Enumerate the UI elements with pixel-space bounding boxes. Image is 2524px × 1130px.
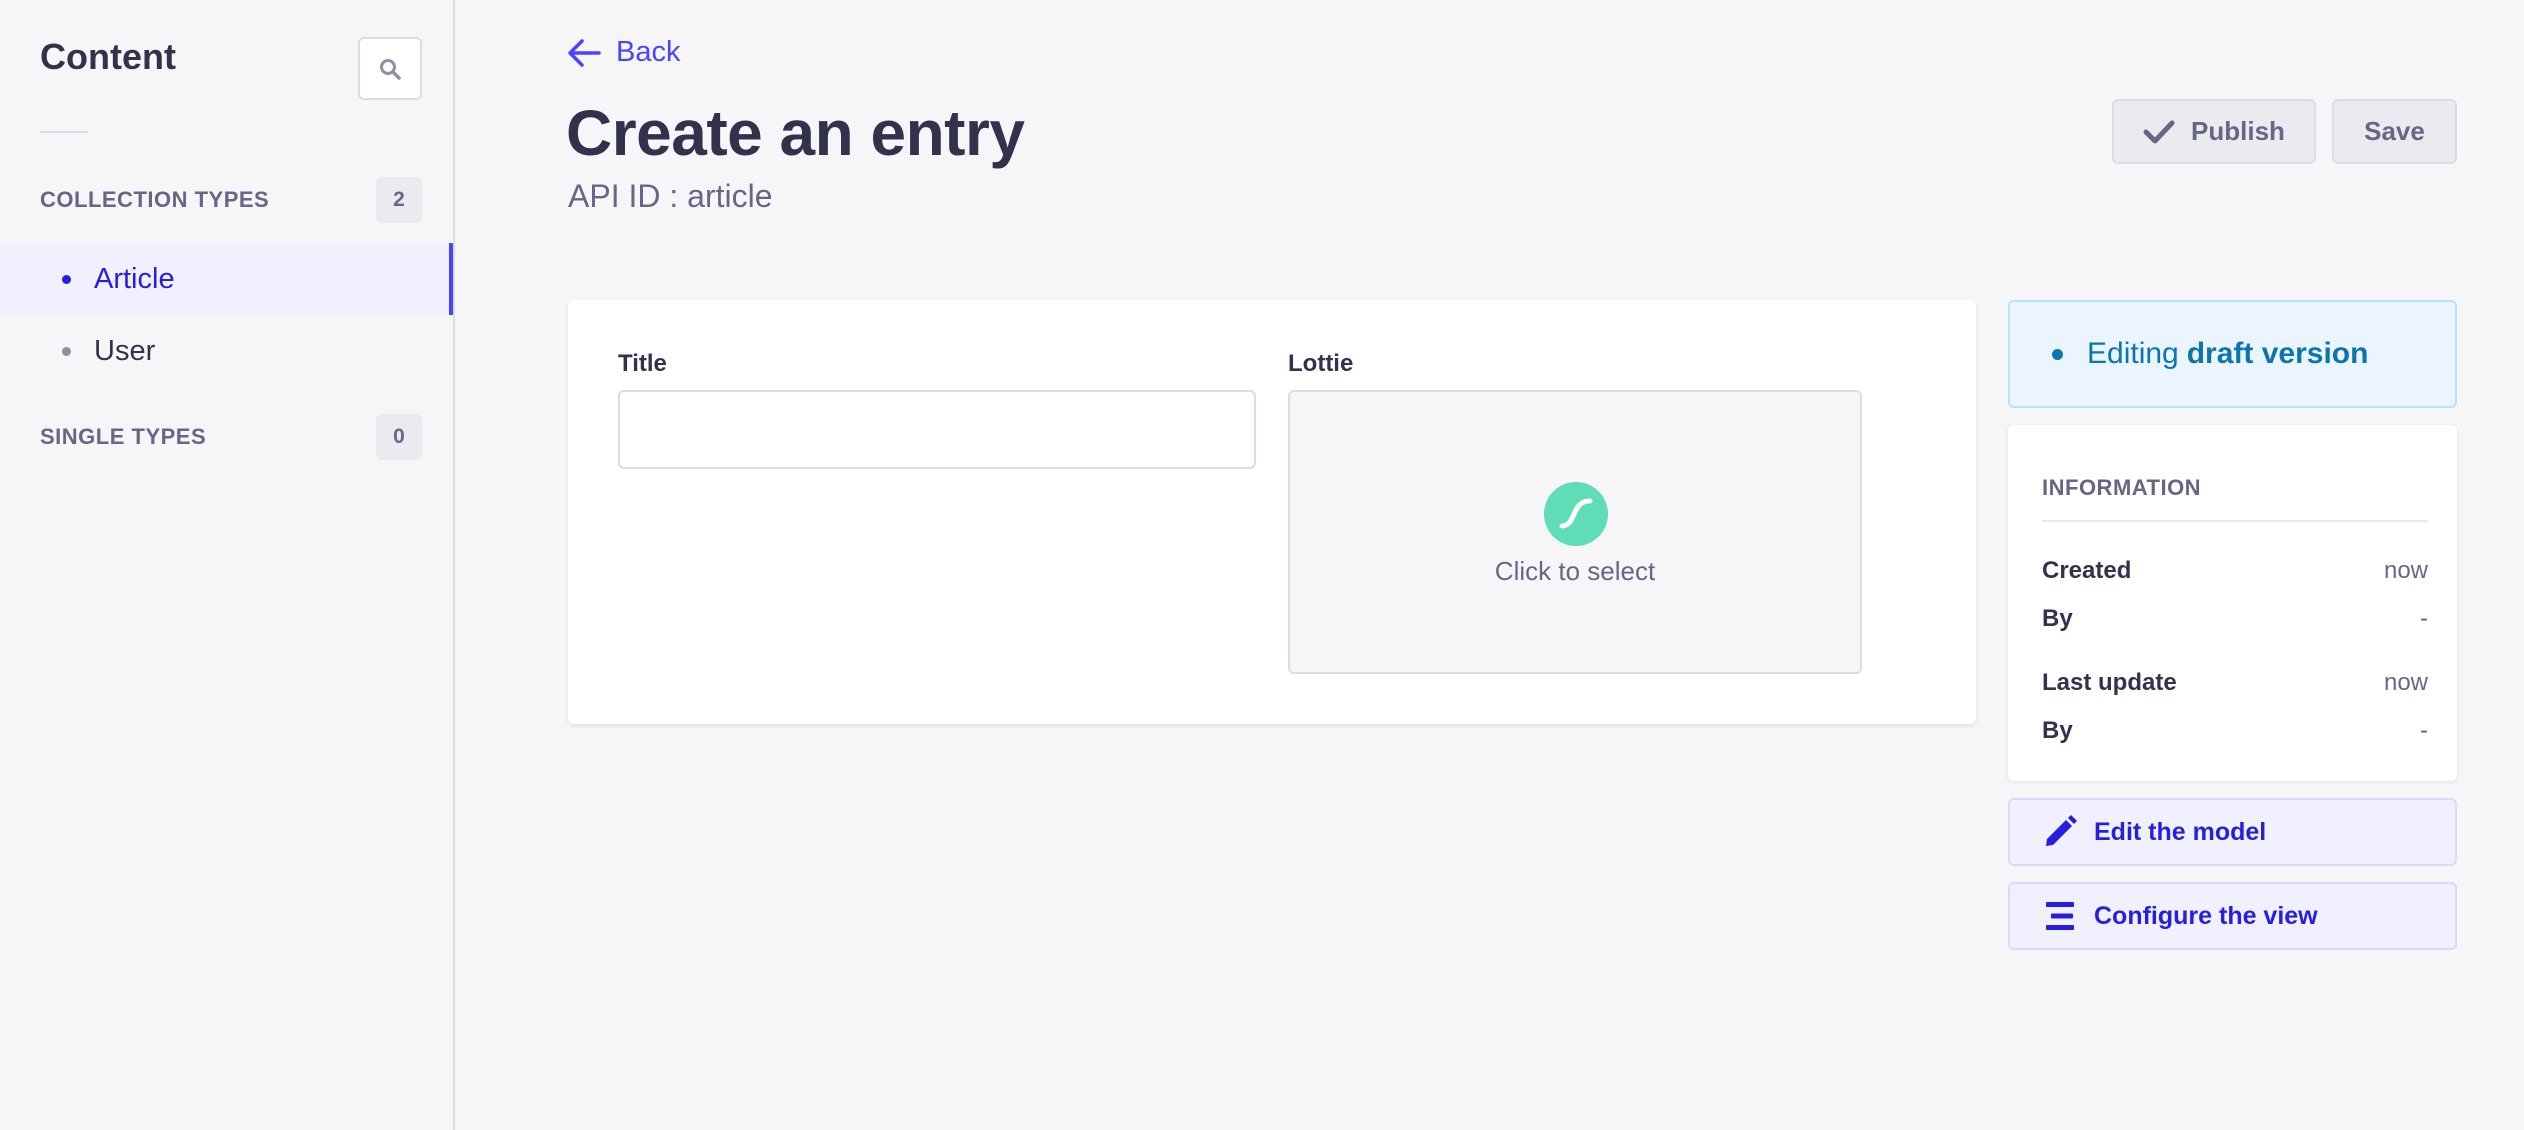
info-value: - bbox=[2420, 605, 2428, 632]
info-row-created-by: By - bbox=[2042, 601, 2428, 637]
info-row-created: Created now bbox=[2042, 553, 2428, 589]
sidebar-item-label: Article bbox=[94, 262, 175, 295]
lottie-icon bbox=[1544, 482, 1608, 546]
back-label: Back bbox=[616, 36, 681, 68]
title-input[interactable] bbox=[618, 390, 1256, 469]
page-subtitle: API ID : article bbox=[568, 178, 773, 214]
bullet-icon bbox=[62, 274, 71, 284]
publish-button[interactable]: Publish bbox=[2112, 99, 2316, 164]
layout-list-icon bbox=[2046, 902, 2074, 930]
info-row-last-update: Last update now bbox=[2042, 665, 2428, 701]
info-key: Last update bbox=[2042, 669, 2177, 696]
sidebar-item-article[interactable]: Article bbox=[0, 243, 453, 315]
bullet-icon bbox=[62, 346, 71, 356]
info-key: By bbox=[2042, 717, 2073, 744]
back-link[interactable]: Back bbox=[566, 36, 680, 69]
info-value: now bbox=[2383, 557, 2428, 584]
sidebar-divider bbox=[40, 131, 88, 133]
check-icon bbox=[2143, 120, 2175, 143]
arrow-left-icon bbox=[568, 38, 601, 67]
single-types-count: 0 bbox=[376, 414, 422, 460]
publish-label: Publish bbox=[2191, 116, 2285, 146]
lottie-field-label: Lottie bbox=[1288, 350, 1354, 377]
collection-types-count: 2 bbox=[376, 177, 422, 223]
status-strong: draft version bbox=[2186, 337, 2369, 370]
single-types-label: SINGLE TYPES bbox=[40, 424, 207, 449]
status-prefix: Editing bbox=[2087, 337, 2179, 370]
save-label: Save bbox=[2364, 116, 2425, 146]
pencil-icon bbox=[2046, 815, 2077, 846]
sidebar-search-button[interactable] bbox=[358, 37, 422, 100]
search-icon bbox=[380, 58, 401, 80]
sidebar-item-user[interactable]: User bbox=[0, 315, 453, 387]
edit-model-button[interactable]: Edit the model bbox=[2008, 798, 2457, 866]
info-row-updated-by: By - bbox=[2042, 713, 2428, 749]
information-panel: INFORMATION Created now By - Last update… bbox=[2008, 425, 2457, 781]
page-title: Create an entry bbox=[566, 97, 1025, 169]
collection-types-label: COLLECTION TYPES bbox=[40, 187, 270, 212]
status-dot-icon bbox=[2052, 348, 2063, 360]
title-field-label: Title bbox=[618, 350, 667, 377]
draft-status-banner: Editing draft version bbox=[2008, 300, 2457, 408]
app-root: Content COLLECTION TYPES 2 Article User … bbox=[0, 0, 2524, 1130]
save-button[interactable]: Save bbox=[2332, 99, 2457, 164]
info-key: Created bbox=[2042, 557, 2132, 584]
entry-form-card: Title Lottie Click to select bbox=[568, 300, 1976, 724]
sidebar-title: Content bbox=[40, 36, 176, 77]
sidebar-item-label: User bbox=[94, 334, 156, 367]
information-title: INFORMATION bbox=[2042, 475, 2202, 500]
configure-view-button[interactable]: Configure the view bbox=[2008, 882, 2457, 950]
info-value: - bbox=[2420, 717, 2428, 744]
information-divider bbox=[2042, 520, 2428, 522]
single-types-header[interactable]: SINGLE TYPES 0 bbox=[40, 413, 422, 461]
info-value: now bbox=[2383, 669, 2428, 696]
lottie-placeholder: Click to select bbox=[1494, 556, 1656, 586]
collection-types-header[interactable]: COLLECTION TYPES 2 bbox=[40, 176, 422, 224]
configure-view-label: Configure the view bbox=[2094, 901, 2318, 930]
info-key: By bbox=[2042, 605, 2073, 632]
edit-model-label: Edit the model bbox=[2094, 817, 2267, 846]
content-sidebar: Content COLLECTION TYPES 2 Article User … bbox=[0, 0, 455, 1130]
lottie-picker[interactable]: Click to select bbox=[1288, 390, 1862, 674]
